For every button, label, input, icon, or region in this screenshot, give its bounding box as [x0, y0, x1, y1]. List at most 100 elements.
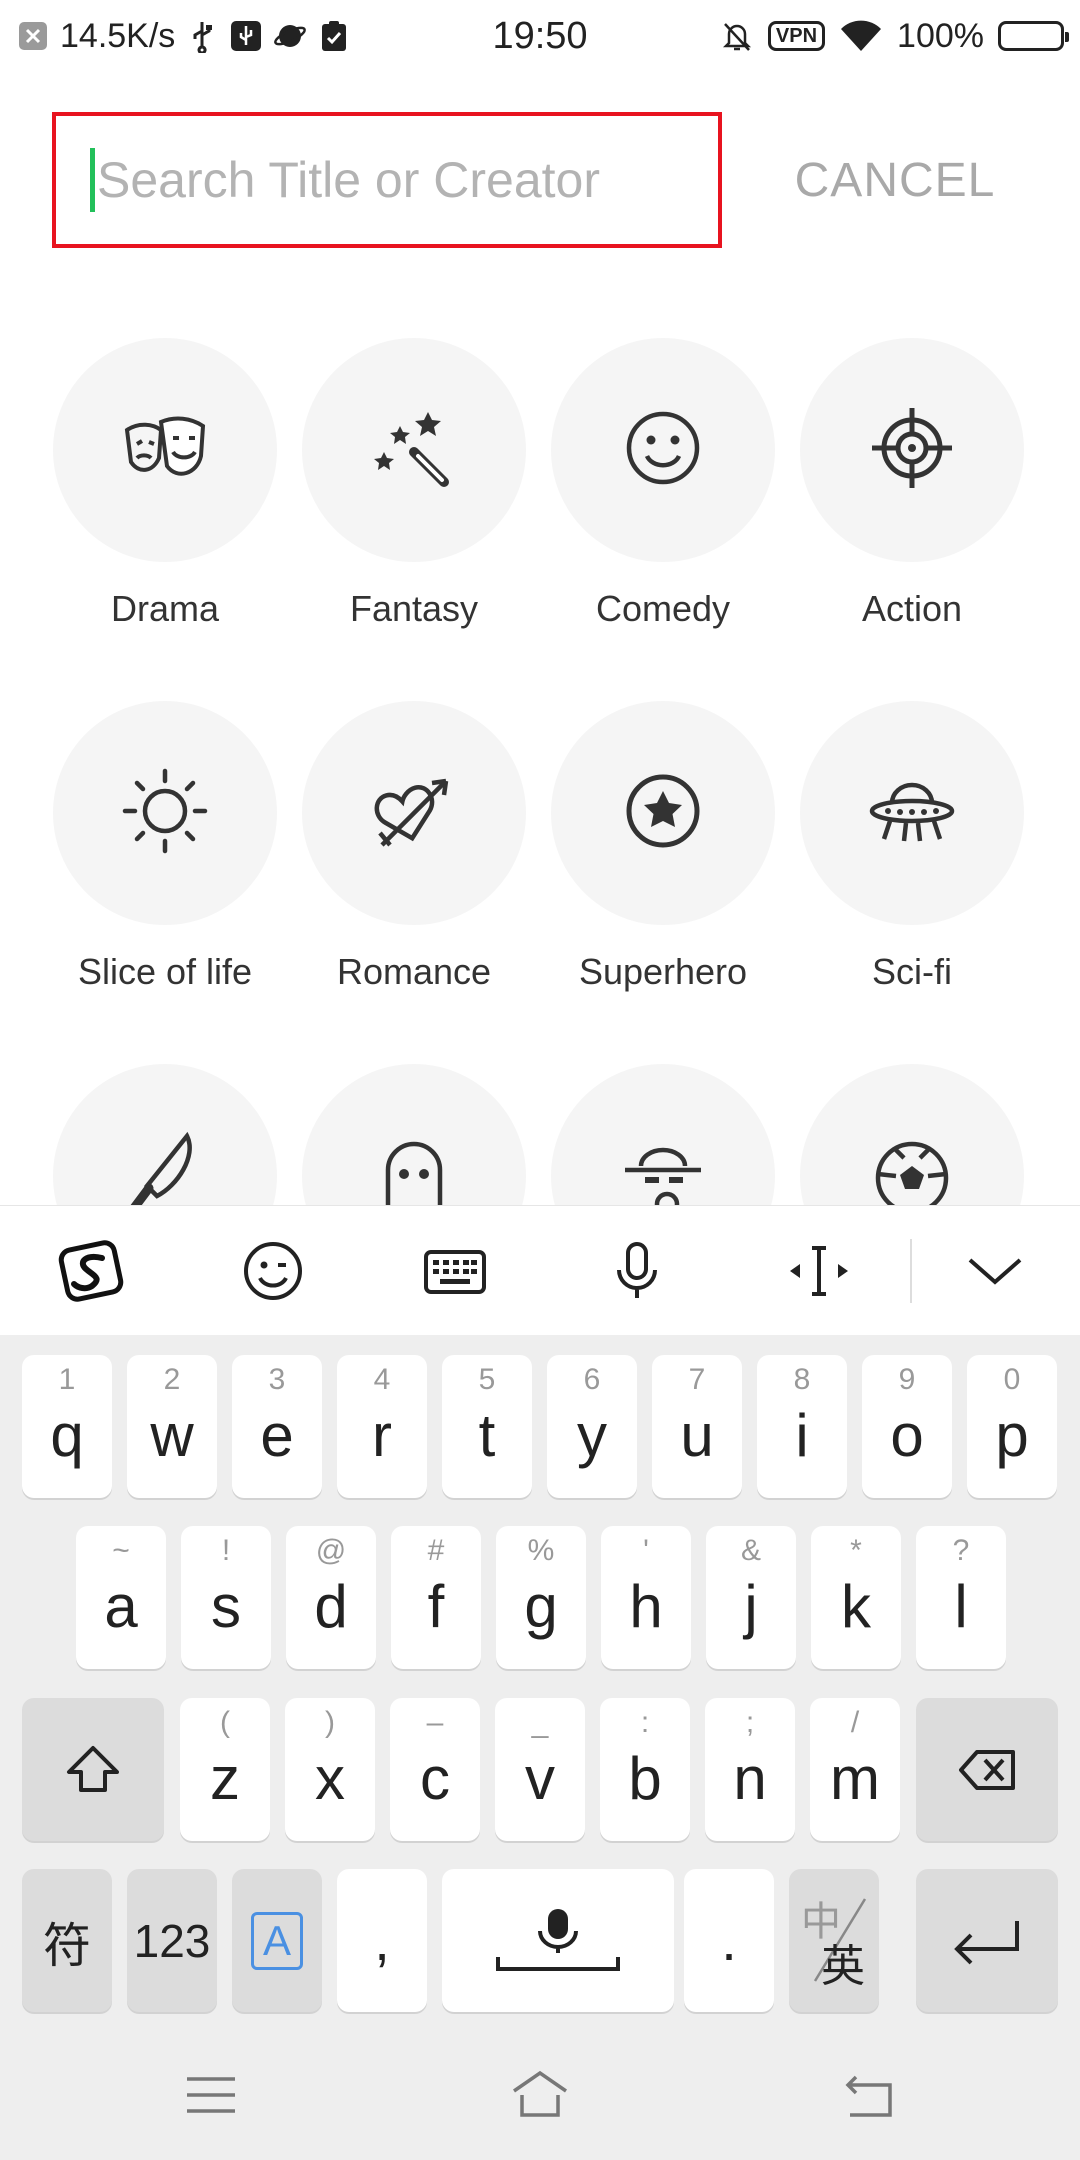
genre-circle[interactable]: [800, 1064, 1024, 1205]
key-hint: ?: [952, 1534, 970, 1567]
genre-label: Superhero: [578, 951, 748, 992]
period-key-label: .: [721, 1909, 737, 1972]
microphone-icon[interactable]: [572, 1206, 702, 1336]
search-box[interactable]: [52, 112, 722, 248]
key-y[interactable]: 6y: [547, 1355, 637, 1498]
chevron-down-icon[interactable]: [930, 1206, 1060, 1336]
key-letter: f: [427, 1573, 445, 1640]
numbers-key[interactable]: 123: [127, 1869, 217, 2012]
key-d[interactable]: @ d: [286, 1526, 376, 1669]
comma-key-label: ,: [374, 1909, 390, 1972]
key-hint: 9: [898, 1363, 916, 1396]
key-n[interactable]: ; n: [705, 1698, 795, 1841]
case-key[interactable]: A: [232, 1869, 322, 2012]
genre-label: Slice of life: [77, 951, 253, 992]
home-nav-icon[interactable]: [490, 2055, 590, 2135]
key-c[interactable]: – c: [390, 1698, 480, 1841]
key-p[interactable]: 0p: [967, 1355, 1057, 1498]
backspace-key[interactable]: [916, 1698, 1058, 1841]
genre-circle[interactable]: [53, 338, 277, 562]
key-m[interactable]: / m: [810, 1698, 900, 1841]
space-key[interactable]: [442, 1869, 674, 2012]
key-s[interactable]: ! s: [181, 1526, 271, 1669]
genre-label: Action: [861, 588, 963, 629]
key-f[interactable]: # f: [391, 1526, 481, 1669]
genre-circle[interactable]: [53, 1064, 277, 1205]
key-letter: g: [524, 1573, 558, 1640]
genre-circle[interactable]: [551, 701, 775, 925]
key-o[interactable]: 9o: [862, 1355, 952, 1498]
numbers-key-label: 123: [133, 1914, 211, 1967]
key-g[interactable]: % g: [496, 1526, 586, 1669]
enter-key[interactable]: [916, 1869, 1058, 2012]
genre-circle[interactable]: [302, 338, 526, 562]
cursor-move-icon[interactable]: [754, 1206, 884, 1336]
key-x[interactable]: ) x: [285, 1698, 375, 1841]
key-q[interactable]: 1q: [22, 1355, 112, 1498]
key-letter: z: [210, 1745, 240, 1812]
genre-circle[interactable]: [53, 701, 277, 925]
key-r[interactable]: 4r: [337, 1355, 427, 1498]
cancel-button[interactable]: CANCEL: [760, 112, 1030, 248]
sogou-logo-icon[interactable]: [26, 1206, 156, 1336]
keyboard-icon[interactable]: [390, 1206, 520, 1336]
menu-nav-icon[interactable]: [161, 2055, 261, 2135]
genre-circle[interactable]: [800, 338, 1024, 562]
key-e[interactable]: 3e: [232, 1355, 322, 1498]
symbols-key[interactable]: 符: [22, 1869, 112, 2012]
search-input[interactable]: [97, 151, 677, 209]
key-hint: –: [426, 1706, 444, 1739]
key-j[interactable]: & j: [706, 1526, 796, 1669]
genre-circle[interactable]: [551, 338, 775, 562]
key-letter: t: [478, 1402, 496, 1469]
enter-icon: [916, 1869, 1058, 2012]
key-hint: %: [527, 1534, 555, 1567]
key-hint: 3: [268, 1363, 286, 1396]
genre-circle[interactable]: [302, 701, 526, 925]
wifi-icon: [839, 19, 883, 53]
shift-key[interactable]: [22, 1698, 164, 1841]
language-switch-key[interactable]: 中英: [789, 1869, 879, 2012]
emoji-icon[interactable]: [208, 1206, 338, 1336]
period-key[interactable]: .: [684, 1869, 774, 2012]
keyboard-toolbar: [0, 1205, 1080, 1336]
key-k[interactable]: * k: [811, 1526, 901, 1669]
genre-circle[interactable]: [551, 1064, 775, 1205]
key-hint: 6: [583, 1363, 601, 1396]
battery-percent: 100%: [897, 16, 984, 55]
symbols-key-label: 符: [42, 1919, 91, 1973]
shift-icon: [22, 1698, 164, 1841]
key-z[interactable]: (z: [180, 1698, 270, 1841]
key-hint: 4: [373, 1363, 391, 1396]
battery-icon: [998, 21, 1069, 51]
notification-close-icon: [16, 19, 50, 53]
key-l[interactable]: ? l: [916, 1526, 1006, 1669]
key-letter: c: [420, 1745, 450, 1812]
key-b[interactable]: :b: [600, 1698, 690, 1841]
usb-icon: [185, 19, 219, 53]
ufo-icon: [864, 763, 960, 864]
key-letter: l: [954, 1573, 968, 1640]
genre-circle[interactable]: [800, 701, 1024, 925]
key-i[interactable]: 8i: [757, 1355, 847, 1498]
key-letter: a: [104, 1573, 138, 1640]
back-nav-icon[interactable]: [820, 2055, 920, 2135]
key-t[interactable]: 5t: [442, 1355, 532, 1498]
genre-label: Romance: [336, 951, 492, 992]
case-key-label: A: [251, 1911, 303, 1970]
key-v[interactable]: _ v: [495, 1698, 585, 1841]
key-u[interactable]: 7u: [652, 1355, 742, 1498]
key-letter: j: [744, 1573, 758, 1640]
smiley-icon: [615, 400, 711, 501]
key-a[interactable]: ~ a: [76, 1526, 166, 1669]
key-hint: 2: [163, 1363, 181, 1396]
key-letter: s: [211, 1573, 241, 1640]
key-w[interactable]: 2w: [127, 1355, 217, 1498]
comma-key[interactable]: ,: [337, 1869, 427, 2012]
ghost-icon: [366, 1126, 462, 1205]
key-h[interactable]: ' h: [601, 1526, 691, 1669]
planet-icon: [273, 19, 307, 53]
key-hint: 1: [58, 1363, 76, 1396]
keyboard: 1 q 2 w 3 e 4 r 5 t 6 y 7 u 8 i 9 o 0 p ~ a! s @ d # f% g ' h & j * k? l(z…: [0, 1335, 1080, 2035]
genre-circle[interactable]: [302, 1064, 526, 1205]
